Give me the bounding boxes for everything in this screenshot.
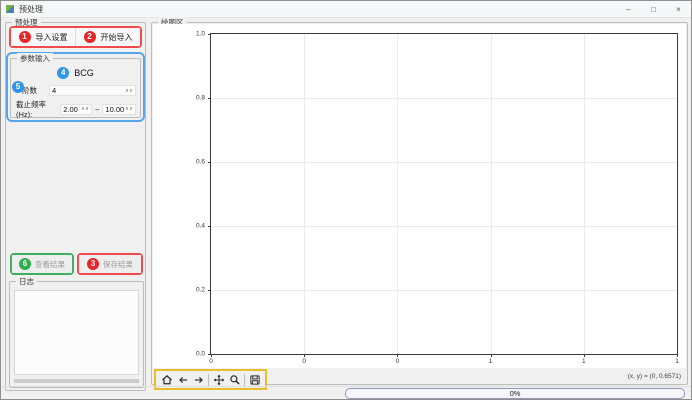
y-tick-label: 1.0 (196, 31, 205, 38)
log-horizontal-scrollbar[interactable] (14, 379, 139, 383)
order-label: 阶数 (22, 85, 46, 96)
progress-text: 0% (346, 389, 684, 398)
order-row: 阶数 4 ∧∨ (16, 85, 136, 96)
x-tick-mark (397, 354, 398, 357)
plot-area-group: 绘图区 0.00.20.40.60.81.0000111 (151, 22, 688, 385)
app-window: 预处理 – □ × 预处理 1 导入设置 2 开始导入 (0, 0, 692, 400)
gridline (211, 290, 677, 291)
x-tick-mark (584, 354, 585, 357)
save-icon[interactable] (248, 373, 261, 386)
save-result-annotation: 3 保存结果 (77, 253, 143, 275)
gridline (211, 162, 677, 163)
x-tick-mark (677, 354, 678, 357)
cutoff-high-value: 10.00 (105, 105, 125, 114)
spin-arrows-icon[interactable]: ∧∨ (125, 106, 133, 112)
save-result-label: 保存结果 (103, 259, 133, 270)
y-tick-mark (208, 226, 211, 227)
gridline (584, 34, 585, 354)
gridline (304, 34, 305, 354)
zoom-icon[interactable] (228, 373, 241, 386)
y-tick-label: 0.2 (196, 287, 205, 294)
gridline (211, 98, 677, 99)
order-spinner[interactable]: 4 ∧∨ (49, 85, 136, 96)
forward-icon[interactable] (192, 373, 205, 386)
order-value: 4 (52, 86, 125, 95)
x-tick-label: 0 (209, 358, 213, 365)
cutoff-label: 截止频率(Hz): (16, 99, 57, 119)
preprocess-group: 预处理 1 导入设置 2 开始导入 参数输入 4 BCG (5, 22, 146, 391)
y-tick-label: 0.0 (196, 351, 205, 358)
view-result-label: 查看结果 (35, 259, 65, 270)
close-button[interactable]: × (666, 1, 691, 17)
cursor-coords-readout: (x, y) = (0, 0.6571) (628, 373, 681, 380)
badge-2: 2 (84, 31, 96, 43)
gridline (491, 34, 492, 354)
window-controls: – □ × (616, 1, 691, 17)
cutoff-tilde: ~ (95, 105, 99, 114)
home-icon[interactable] (160, 373, 173, 386)
save-result-button[interactable]: 3 保存结果 (79, 255, 141, 273)
badge-1: 1 (19, 31, 31, 43)
view-result-button[interactable]: 6 查看结果 (12, 255, 72, 273)
params-group: 参数输入 4 BCG 5 阶数 4 ∧∨ 截止频率(Hz): 2.0 (10, 58, 141, 118)
x-tick-mark (304, 354, 305, 357)
x-tick-label: 1 (675, 358, 679, 365)
titlebar: 预处理 – □ × (1, 1, 691, 18)
plot-axes[interactable]: 0.00.20.40.60.81.0000111 (210, 33, 678, 355)
y-tick-label: 0.4 (196, 223, 205, 230)
y-tick-mark (208, 34, 211, 35)
toolbar-separator (244, 374, 245, 386)
view-result-annotation: 6 查看结果 (10, 253, 74, 275)
spin-arrows-icon[interactable]: ∧∨ (81, 106, 89, 112)
x-tick-mark (491, 354, 492, 357)
toolbar-separator (208, 374, 209, 386)
y-tick-mark (208, 98, 211, 99)
badge-4: 4 (57, 67, 69, 79)
badge-5: 5 (12, 81, 24, 93)
params-group-title: 参数输入 (17, 53, 53, 64)
signal-type-label: BCG (74, 68, 94, 78)
log-group-title: 日志 (16, 276, 37, 287)
cutoff-row: 截止频率(Hz): 2.00 ∧∨ ~ 10.00 ∧∨ (16, 99, 136, 119)
minimize-button[interactable]: – (616, 1, 641, 17)
gridline (397, 34, 398, 354)
badge-6: 6 (19, 258, 31, 270)
cutoff-low-spinner[interactable]: 2.00 ∧∨ (60, 104, 92, 115)
y-tick-mark (208, 162, 211, 163)
y-tick-mark (208, 290, 211, 291)
y-tick-label: 0.8 (196, 95, 205, 102)
x-tick-label: 1 (489, 358, 493, 365)
window-title: 预处理 (19, 4, 43, 15)
start-import-button[interactable]: 2 开始导入 (76, 28, 140, 46)
cutoff-low-value: 2.00 (63, 105, 81, 114)
maximize-button[interactable]: □ (641, 1, 666, 17)
import-buttons-annotation: 1 导入设置 2 开始导入 (9, 26, 142, 48)
gridline (211, 226, 677, 227)
figure-canvas[interactable]: 0.0 0.2 0.4 0.6 0.8 1.0 0 0 0 1 1 1 (153, 24, 686, 368)
x-tick-label: 1 (582, 358, 586, 365)
back-icon[interactable] (176, 373, 189, 386)
x-tick-label: 0 (396, 358, 400, 365)
log-group: 日志 (9, 281, 144, 388)
y-tick-label: 0.6 (196, 159, 205, 166)
pan-icon[interactable] (212, 373, 225, 386)
badge-3: 3 (87, 258, 99, 270)
signal-type-row: 4 BCG (11, 67, 140, 79)
app-icon (6, 5, 14, 13)
spin-arrows-icon[interactable]: ∧∨ (125, 88, 133, 94)
x-tick-mark (211, 354, 212, 357)
start-import-label: 开始导入 (101, 32, 133, 43)
log-textarea[interactable] (14, 290, 139, 375)
params-annotation: 参数输入 4 BCG 5 阶数 4 ∧∨ 截止频率(Hz): 2.0 (6, 52, 145, 122)
progress-bar: 0% (345, 388, 685, 399)
statusbar-divider (1, 386, 691, 387)
import-settings-button[interactable]: 1 导入设置 (11, 28, 76, 46)
x-tick-label: 0 (302, 358, 306, 365)
import-settings-label: 导入设置 (36, 32, 68, 43)
cutoff-high-spinner[interactable]: 10.00 ∧∨ (102, 104, 136, 115)
